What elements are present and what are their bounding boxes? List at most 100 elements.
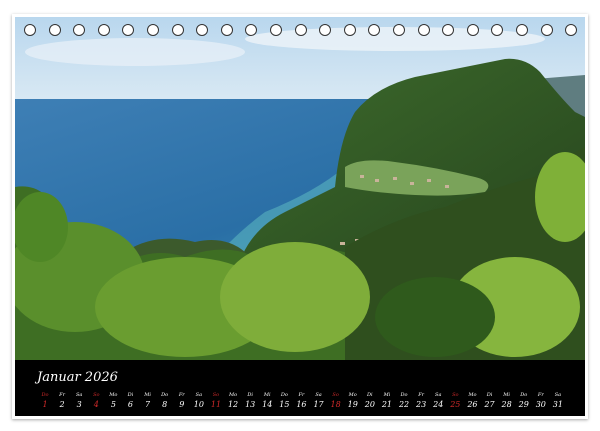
binding-ring-icon [466,24,479,36]
binding-ring-icon [147,24,159,36]
day-number: 21 [381,400,393,409]
day-cell: Do 1 [37,392,53,410]
weekday-label: Di [247,392,253,398]
day-number: 19 [347,400,358,409]
day-cell: Di 13 [242,392,258,410]
day-number: 13 [245,400,256,409]
weekday-label: Di [486,392,493,398]
day-cell: Di 6 [122,392,138,410]
day-number: 27 [484,400,495,409]
binding-ring-icon [319,24,332,36]
day-cell: Mo 12 [225,392,241,410]
day-number: 29 [518,400,529,409]
landscape-photo [15,17,585,360]
binding-ring-icon [491,24,504,36]
day-number: 15 [279,400,290,409]
weekday-label: Sa [195,392,203,398]
weekday-label: Sa [315,392,322,398]
binding-ring-icon [540,24,553,36]
weekday-label: Mo [348,392,357,398]
day-number: 8 [162,400,168,409]
weekday-label: Do [280,392,288,398]
day-cell: Mi 21 [379,392,395,410]
day-cell: Mi 7 [140,392,156,410]
day-number: 16 [296,400,307,409]
weekday-label: So [452,392,459,398]
day-cell: Mi 28 [499,392,515,410]
calendar-page: Januar 2026 Do 1 Fr 2 Sa 3 So 4 Mo 5 Di 6 Mi 7 Do 8 Fr 9 S… [12,14,588,419]
day-number: 6 [127,400,134,409]
weekday-label: Fr [298,392,305,398]
weekday-label: Fr [59,392,66,398]
day-number: 28 [501,400,512,409]
day-number: 22 [398,400,410,409]
day-cell: Do 8 [157,392,173,410]
weekday-label: Mo [109,392,118,398]
day-cell: Mo 19 [345,392,361,410]
day-number: 30 [535,400,546,409]
day-cell: Sa 3 [71,392,87,410]
day-cell: Mo 5 [105,392,121,410]
binding-ring-icon [24,24,36,36]
weekday-label: Fr [537,392,544,398]
weekday-label: So [212,392,220,398]
day-number: 12 [227,400,239,409]
day-cell: Sa 17 [311,392,327,410]
weekday-label: Di [367,392,373,398]
day-cell: Di 27 [482,392,498,410]
day-number: 3 [76,400,82,409]
binding-ring-icon [48,24,61,36]
day-cell: So 4 [88,392,104,410]
binding-ring-icon [171,24,184,36]
day-number: 25 [450,400,461,409]
binding-ring-icon [245,24,258,36]
binding-ring-icon [368,24,381,36]
weekday-label: Mi [503,392,510,398]
weekday-label: Do [400,392,408,398]
binding-ring-icon [196,24,209,36]
binding-ring-icon [343,24,356,36]
day-cell: Do 29 [516,392,532,410]
weekday-label: Sa [554,392,562,398]
binding-ring-icon [270,24,282,36]
day-cell: So 25 [447,392,463,410]
binding-ring-icon [393,24,405,36]
day-cell: Do 22 [396,392,412,410]
binding-ring-icon [220,24,233,36]
day-number: 5 [110,400,116,409]
day-number: 24 [433,400,444,409]
calendar-strip: Januar 2026 Do 1 Fr 2 Sa 3 So 4 Mo 5 Di 6 Mi 7 Do 8 Fr 9 S… [15,360,585,416]
day-cell: So 18 [328,392,344,410]
binding-rings [12,24,588,38]
day-row: Do 1 Fr 2 Sa 3 So 4 Mo 5 Di 6 Mi 7 Do 8 Fr 9 Sa 10 So 11 Mo 12 D… [37,392,567,412]
binding-ring-icon [516,24,528,36]
day-number: 23 [416,400,427,409]
day-number: 31 [552,400,563,409]
binding-ring-icon [417,24,430,36]
day-number: 26 [467,400,478,409]
weekday-label: So [93,392,100,398]
binding-ring-icon [294,24,307,36]
binding-ring-icon [97,24,110,36]
day-cell: Do 15 [276,392,292,410]
binding-ring-icon [122,24,135,36]
day-cell: Sa 24 [430,392,446,410]
weekday-label: Di [127,392,134,398]
binding-ring-icon [442,24,455,36]
weekday-label: Mi [144,392,151,398]
day-number: 18 [330,400,341,409]
weekday-label: So [332,392,339,398]
day-cell: Mo 26 [464,392,480,410]
day-number: 17 [313,400,324,409]
day-number: 4 [93,400,99,409]
day-number: 11 [210,400,222,409]
day-number: 14 [262,400,273,409]
weekday-label: Sa [75,392,83,398]
day-cell: Fr 16 [293,392,309,410]
weekday-label: Mi [263,392,271,398]
weekday-label: Mo [468,392,477,398]
weekday-label: Mo [228,392,238,398]
day-cell: So 11 [208,392,224,410]
weekday-label: Do [161,392,169,398]
day-cell: Mi 14 [259,392,275,410]
